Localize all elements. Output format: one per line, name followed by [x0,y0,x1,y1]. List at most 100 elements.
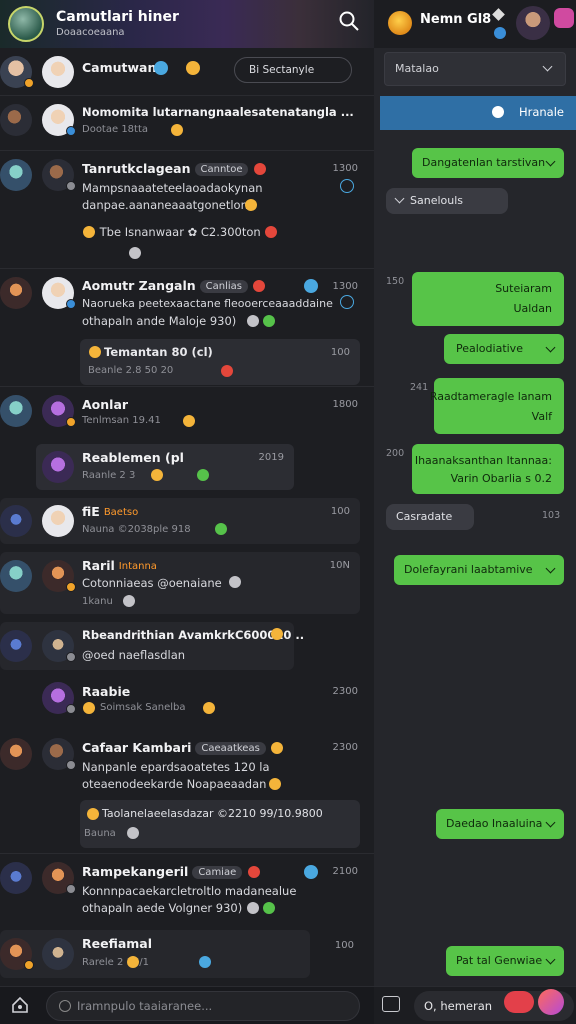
status-badge [66,652,76,662]
chat-title: Nemn Gl8 [420,12,492,27]
status-badge [66,126,76,136]
message-text: danpae.aananeaaatgonetlon [82,198,248,212]
sender-name-text: Rampekangeril [82,864,189,879]
search-input[interactable]: Iramnpulo taaiaranee... [46,991,360,1021]
home-icon[interactable] [10,995,30,1015]
send-button[interactable] [538,989,564,1015]
message-bubble[interactable]: Suteiaram Ualdan [412,272,564,326]
message-bubble[interactable]: Dolefayrani laabtamive [394,555,564,585]
emoji-icon [245,199,257,211]
avatar [42,451,74,483]
sender-tag: Canlias [199,280,248,293]
message-meta: Raanle 2 3 [82,470,136,481]
sender-name-text: Raril [82,558,115,573]
filter-dropdown[interactable]: Matalao [384,52,566,86]
status-chip[interactable]: Casradate [386,504,474,530]
message-bubble[interactable]: Pat tal Genwiae [446,946,564,976]
avatar[interactable] [516,6,550,40]
emoji-icon [171,124,183,136]
list-item[interactable]: Rbeandrithian AvamkrkC600010 .. @oed nae… [0,622,304,670]
sender-name-text: fiE [82,504,100,519]
message-text: Nanpanle epardsaoatetes 120 la [82,760,270,774]
list-item[interactable]: Aomutr Zangaln Canlias 1300 Naorueka peet… [0,269,374,387]
status-badge [66,181,76,191]
search-chip-label: Bi Sectanyle [249,64,315,76]
quoted-message[interactable]: Temantan 80 (cl) Beanle 2.8 50 20 100 [80,339,360,385]
list-item[interactable]: Cafaar Kambari Caeaatkeas 2300 Nanpanle e… [0,734,374,854]
chevron-down-icon [542,61,553,72]
sender-name: Rampekangeril Camiae [82,864,261,879]
chat-logo-icon[interactable] [388,11,412,35]
sender-name: Tanrutkclagean Canntoe [82,161,267,176]
timestamp: 100 [330,506,350,517]
emoji-icon [151,469,163,481]
list-item[interactable]: Camutwan Bi Sectanyle [0,48,374,96]
verified-icon [304,279,318,293]
timestamp: 2300 [332,686,358,697]
chevron-down-icon [545,563,556,574]
avatar [0,395,32,427]
message-bubble[interactable]: Raadtameragle lanam Valf [430,378,564,434]
list-item[interactable]: Tanrutkclagean Canntoe 1300 Mampsnaaatete… [0,151,374,269]
chip-label: Sanelouls [410,194,464,207]
quoted-message[interactable]: Taolanelaeelasdazar ©2210 99/10.9800 Bau… [80,800,360,848]
chevron-down-icon [545,817,556,828]
status-badge [66,884,76,894]
message-bubble[interactable]: Daedao Inaaluina [436,809,564,839]
avatar [0,862,32,894]
message-label: Daedao Inaaluina [446,817,543,830]
collapse-chip[interactable]: Sanelouls [386,188,508,214]
list-item[interactable]: Nomomita lutarnangnaalesatenatangla ... … [0,96,374,151]
emoji-icon [129,247,141,259]
emoji-icon [127,956,139,968]
list-item[interactable]: Aonlar 1800 Tenlmsan 19.41 [0,387,374,437]
emoji-icon [83,226,95,238]
list-item[interactable]: Reefiamal Rarele 2 1S/1 [0,930,310,978]
emoji-icon [186,61,200,75]
sender-tag: Intanna [118,561,157,572]
verified-icon [494,27,506,39]
emoji-icon [263,315,275,327]
sticker-button[interactable] [504,991,534,1013]
chat-footer: O, hemeran [374,986,576,1024]
app-title: Camutlari hiner [56,9,179,25]
list-item[interactable]: fiE Baetso 100 Nauna ©2038ple 918 [0,498,360,544]
notice-banner[interactable]: Hranale [380,96,576,130]
timestamp: 150 [386,276,405,287]
list-item[interactable]: Rampekangeril Camiae 2100 Konnnpacaekarcl… [0,854,374,926]
message-bubble[interactable]: Pealodiative [444,334,564,364]
emoji-icon [215,523,227,535]
status-badge [24,960,34,970]
message-meta: 1kanu [82,596,113,607]
emoji-icon [83,702,95,714]
list-item[interactable]: Raril Intanna 10N Cotonniaeas @oenaiane 1… [0,552,360,614]
search-icon[interactable] [338,10,360,32]
quote-meta: Beanle 2.8 50 20 [88,365,174,376]
timestamp: 200 [386,448,405,459]
chip-label: Casradate [396,510,453,523]
avatar [0,630,32,662]
verified-icon [154,61,168,75]
message-meta: Tenlmsan 19.41 [82,415,161,426]
attachment-icon[interactable] [382,996,400,1012]
reply-preview: Tbe Isnanwaar ✿ C2.300ton [82,225,278,239]
emoji-icon [127,827,139,839]
sender-name: Reefiamal [82,936,153,951]
message-text: Naorueka peetexaactane fleooerceaaaddain… [82,297,333,310]
list-item[interactable]: Reablemen (pl 2019 Raanle 2 3 [36,444,294,490]
app-logo[interactable] [8,6,44,42]
message-bubble[interactable]: Dangatenlan tarstivan [412,148,564,178]
timestamp: 1300 [332,281,358,292]
avatar [0,277,32,309]
refresh-icon[interactable] [340,295,354,309]
camera-icon[interactable] [554,8,574,28]
sender-name-text: Cafaar Kambari [82,740,192,755]
timestamp: 103 [542,510,561,521]
refresh-icon[interactable] [340,179,354,193]
list-item[interactable]: Raabie 2300 Soimsak Sanelba [0,674,374,734]
sender-name: Aonlar [82,397,129,412]
message-bubble[interactable]: Ihaanaksanthan Itannaa: Varin Obarlia s … [412,444,564,494]
sender-name-text: Tanrutkclagean [82,161,191,176]
search-chip[interactable]: Bi Sectanyle [234,57,352,83]
status-badge [66,760,76,770]
